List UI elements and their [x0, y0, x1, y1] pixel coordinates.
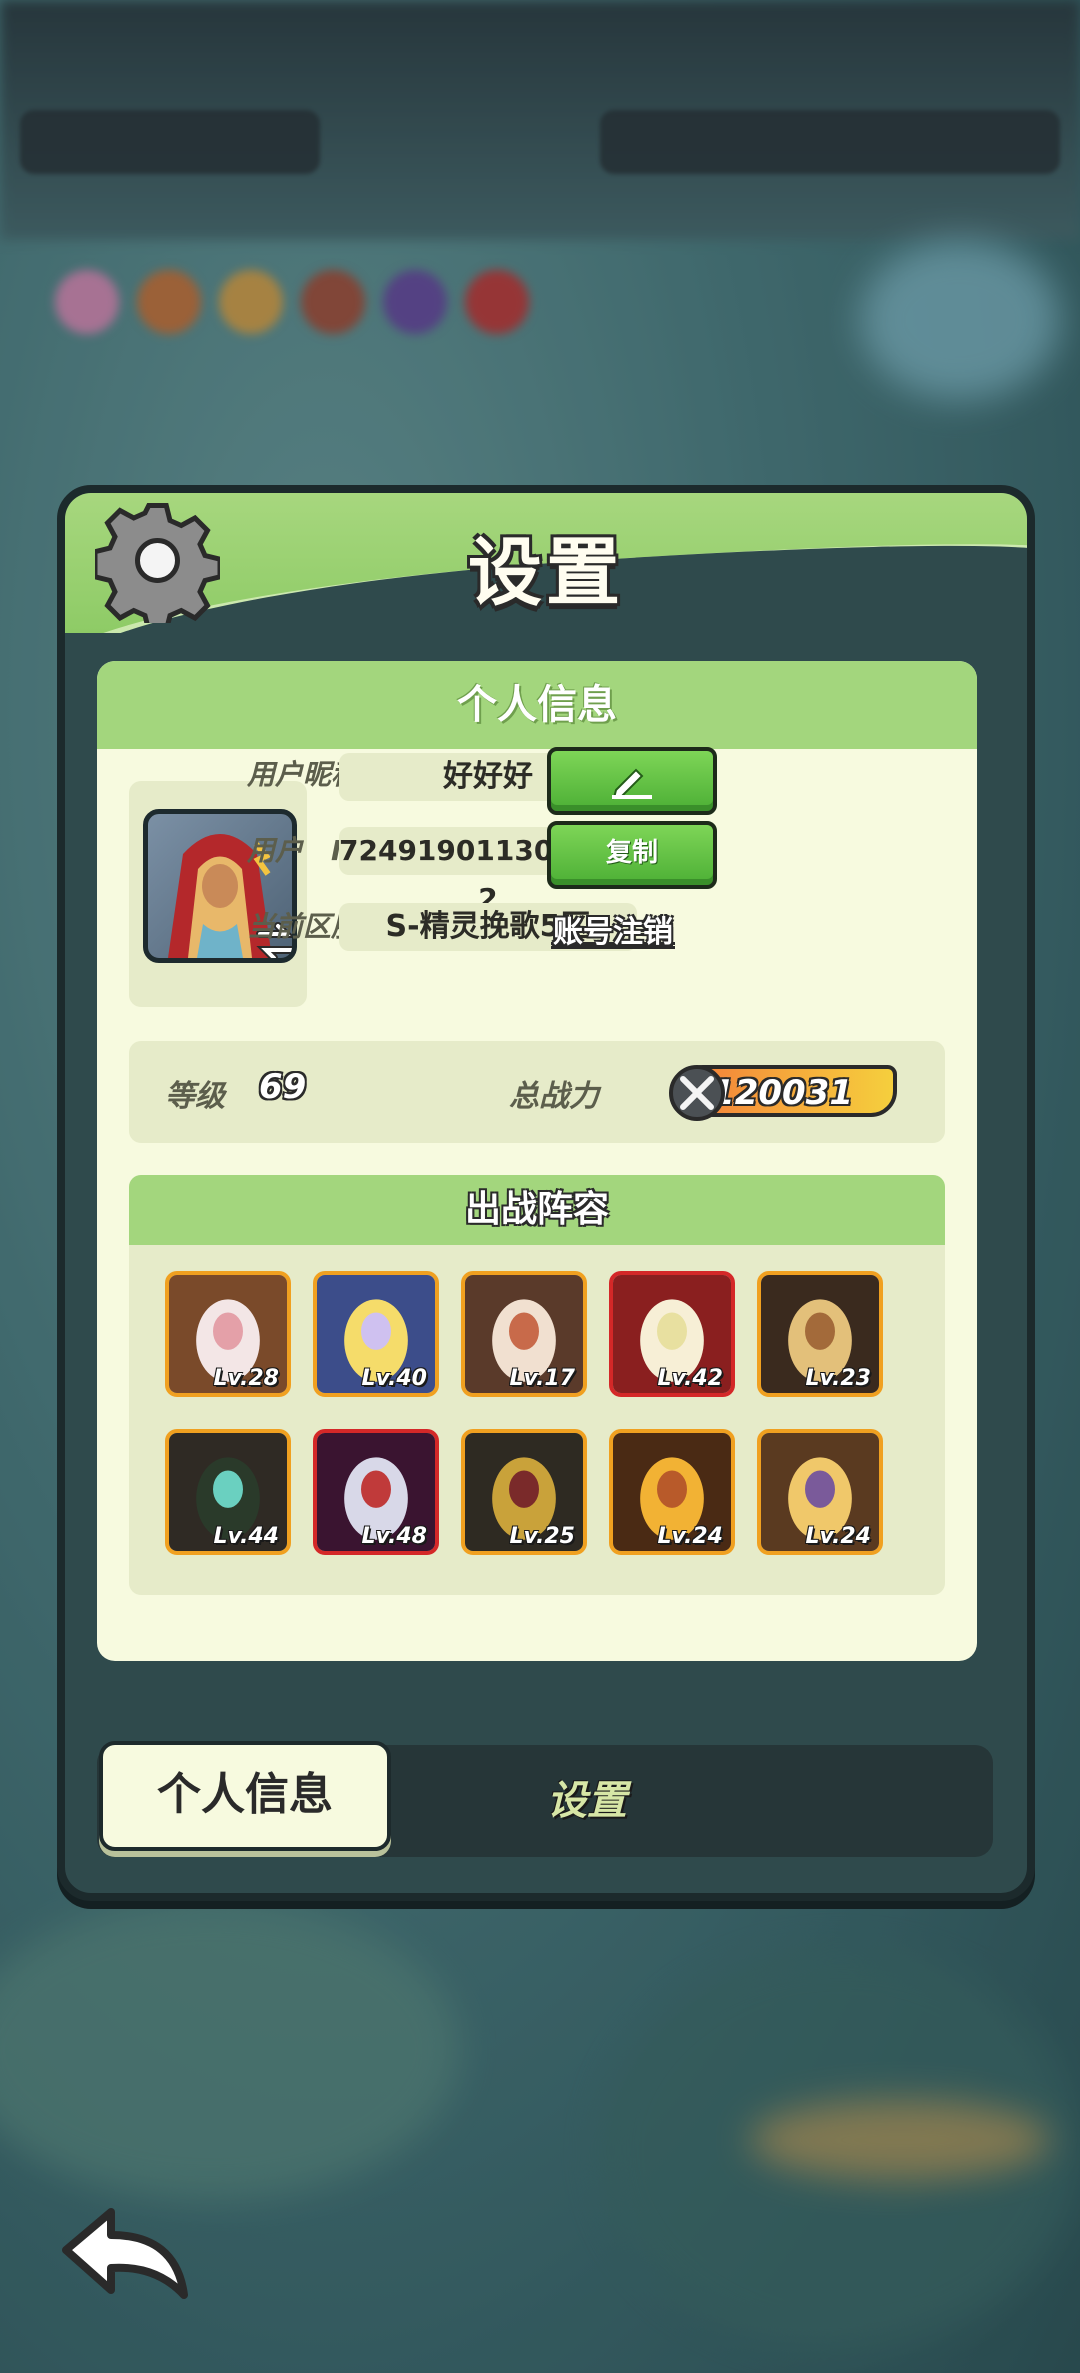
stats-row: 等级 69 总战力 1120031: [129, 1041, 945, 1143]
hero-level: Lv.23: [805, 1366, 871, 1391]
power-label: 总战力: [509, 1079, 599, 1114]
hero-level: Lv.28: [213, 1366, 279, 1391]
back-arrow-icon[interactable]: [56, 2200, 196, 2310]
hero-slot[interactable]: Lv.44: [165, 1429, 291, 1555]
hero-slot[interactable]: Lv.24: [757, 1429, 883, 1555]
hero-slot[interactable]: Lv.28: [165, 1271, 291, 1397]
battle-lineup: 出战阵容 Lv.28 Lv.40 Lv.17 Lv.42 Lv.23 Lv.44 Lv.48…: [129, 1175, 945, 1595]
pencil-icon: [612, 768, 652, 799]
hero-grid: Lv.28 Lv.40 Lv.17 Lv.42 Lv.23 Lv.44 Lv.48 Lv.25…: [165, 1271, 883, 1555]
hero-slot[interactable]: Lv.17: [461, 1271, 587, 1397]
bottom-tab-bar: 个人信息 设置: [97, 1741, 993, 1857]
avatar-box: [129, 781, 307, 1007]
hero-level: Lv.40: [361, 1366, 427, 1391]
hero-slot[interactable]: Lv.42: [609, 1271, 735, 1397]
hero-level: Lv.48: [361, 1524, 427, 1549]
crossed-swords-icon: [669, 1065, 725, 1121]
copy-id-button[interactable]: 复制: [547, 821, 717, 889]
hero-slot[interactable]: Lv.48: [313, 1429, 439, 1555]
hero-slot[interactable]: Lv.25: [461, 1429, 587, 1555]
level-value: 69: [259, 1067, 307, 1107]
hero-slot[interactable]: Lv.23: [757, 1271, 883, 1397]
power-badge: 1120031: [669, 1065, 897, 1121]
hero-level: Lv.24: [657, 1524, 723, 1549]
settings-panel: 设置 个人信息 用户昵称 好好好: [57, 485, 1035, 1901]
lineup-heading: 出战阵容: [129, 1175, 945, 1245]
tab-settings[interactable]: 设置: [487, 1745, 687, 1857]
hero-level: Lv.17: [509, 1366, 575, 1391]
panel-title: 设置: [468, 530, 624, 616]
hero-level: Lv.42: [657, 1366, 723, 1391]
account-deregister-link[interactable]: 账号注销: [553, 907, 673, 951]
edit-nickname-button[interactable]: [547, 747, 717, 815]
hero-level: Lv.44: [213, 1524, 279, 1549]
hero-level: Lv.24: [805, 1524, 871, 1549]
hero-level: Lv.25: [509, 1524, 575, 1549]
level-label: 等级: [165, 1079, 225, 1114]
profile-card-heading: 个人信息: [97, 661, 977, 749]
hero-slot[interactable]: Lv.40: [313, 1271, 439, 1397]
tab-profile[interactable]: 个人信息: [99, 1741, 391, 1851]
hero-slot[interactable]: Lv.24: [609, 1429, 735, 1555]
profile-card: 个人信息 用户昵称 好好好: [97, 661, 977, 1661]
